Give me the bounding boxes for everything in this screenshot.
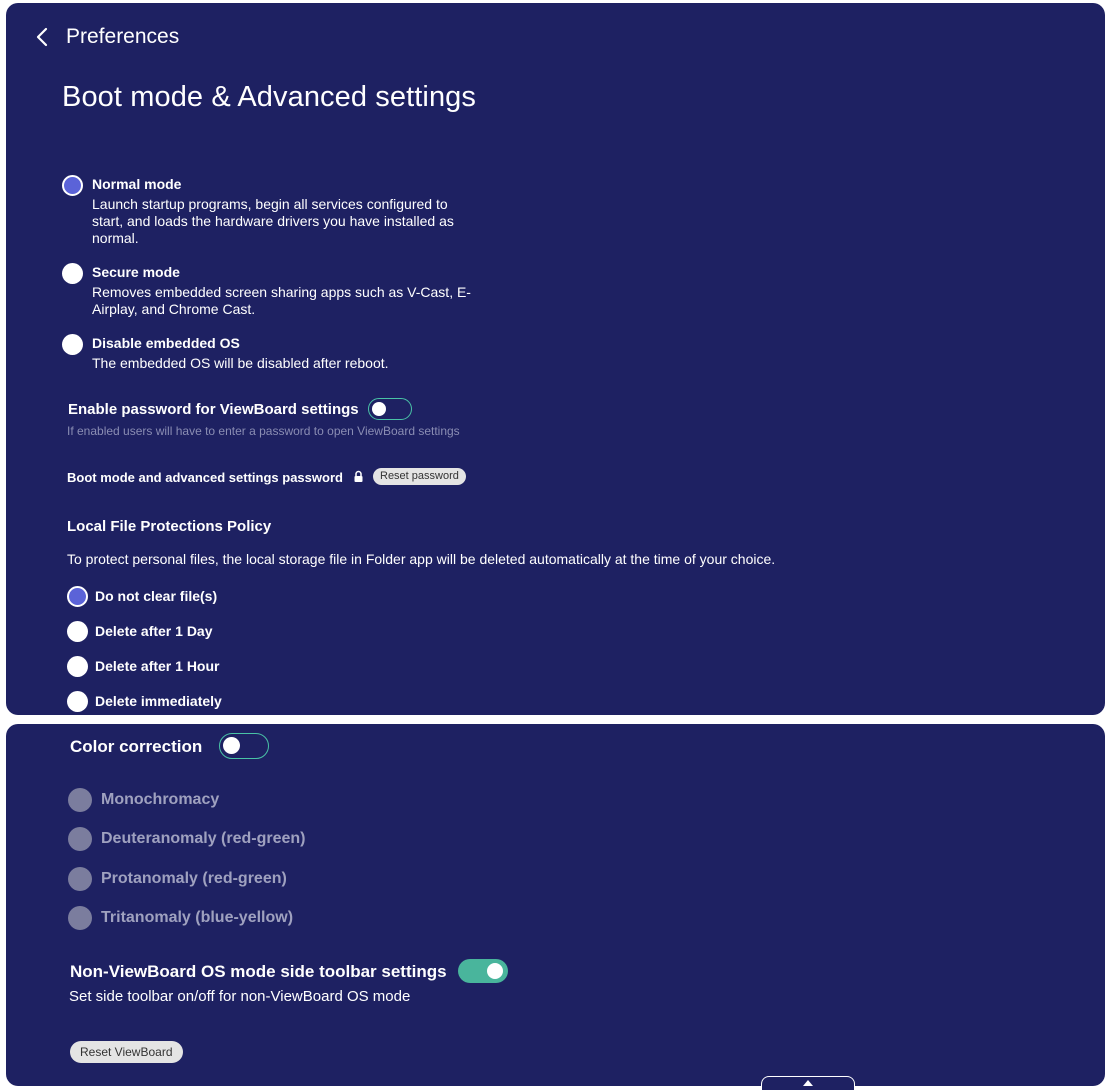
radio-description: The embedded OS will be disabled after r… bbox=[92, 355, 389, 371]
enable-password-toggle[interactable] bbox=[368, 398, 412, 420]
radio-unselected-icon bbox=[62, 263, 83, 284]
radio-description: Launch startup programs, begin all servi… bbox=[92, 196, 454, 246]
toggle-knob bbox=[487, 963, 503, 979]
radio-label: Protanomaly (red-green) bbox=[101, 870, 287, 887]
back-label: Preferences bbox=[66, 25, 180, 48]
radio-selected-icon bbox=[67, 586, 88, 607]
page-title: Boot mode & Advanced settings bbox=[62, 81, 476, 113]
chevron-left-icon bbox=[36, 27, 48, 47]
radio-normal-mode[interactable]: Normal mode Launch startup programs, beg… bbox=[62, 175, 472, 247]
radio-label: Delete immediately bbox=[95, 693, 222, 709]
toggle-knob bbox=[372, 402, 386, 416]
radio-selected-icon bbox=[62, 175, 83, 196]
radio-description: Removes embedded screen sharing apps suc… bbox=[92, 284, 471, 317]
radio-label: Disable embedded OS bbox=[92, 335, 240, 351]
radio-disabled-icon bbox=[68, 867, 92, 891]
color-correction-toggle[interactable] bbox=[219, 733, 269, 759]
radio-delete-after-hour[interactable]: Delete after 1 Hour bbox=[67, 656, 219, 677]
radio-delete-immediately[interactable]: Delete immediately bbox=[67, 691, 222, 712]
reset-viewboard-button[interactable]: Reset ViewBoard bbox=[70, 1041, 183, 1063]
radio-disabled-icon bbox=[68, 827, 92, 851]
toolbar-settings-toggle[interactable] bbox=[458, 959, 508, 983]
radio-label: Do not clear file(s) bbox=[95, 588, 218, 604]
caret-up-icon bbox=[803, 1080, 813, 1086]
radio-do-not-clear[interactable]: Do not clear file(s) bbox=[67, 586, 217, 607]
radio-unselected-icon bbox=[67, 621, 88, 642]
radio-label: Deuteranomaly (red-green) bbox=[101, 830, 306, 847]
radio-monochromacy[interactable]: Monochromacy bbox=[68, 788, 219, 812]
radio-unselected-icon bbox=[67, 691, 88, 712]
back-button[interactable]: Preferences bbox=[34, 25, 179, 49]
radio-disabled-icon bbox=[68, 906, 92, 930]
settings-panel-top: Preferences Boot mode & Advanced setting… bbox=[6, 3, 1105, 715]
radio-delete-after-day[interactable]: Delete after 1 Day bbox=[67, 621, 213, 642]
radio-deuteranomaly[interactable]: Deuteranomaly (red-green) bbox=[68, 827, 306, 851]
radio-label: Normal mode bbox=[92, 176, 182, 192]
radio-disable-embedded-os[interactable]: Disable embedded OS The embedded OS will… bbox=[62, 334, 472, 372]
radio-label: Monochromacy bbox=[101, 791, 220, 808]
radio-label: Delete after 1 Day bbox=[95, 623, 213, 639]
toolbar-settings-label: Non-ViewBoard OS mode side toolbar setti… bbox=[70, 962, 447, 981]
radio-tritanomaly[interactable]: Tritanomaly (blue-yellow) bbox=[68, 906, 293, 930]
color-correction-label: Color correction bbox=[70, 737, 203, 756]
enable-password-hint: If enabled users will have to enter a pa… bbox=[67, 424, 460, 438]
radio-unselected-icon bbox=[62, 334, 83, 355]
radio-label: Delete after 1 Hour bbox=[95, 658, 220, 674]
boot-password-label: Boot mode and advanced settings password bbox=[67, 470, 343, 485]
enable-password-label: Enable password for ViewBoard settings bbox=[68, 401, 359, 418]
lock-icon bbox=[354, 470, 363, 482]
radio-label: Secure mode bbox=[92, 264, 180, 280]
radio-protanomaly[interactable]: Protanomaly (red-green) bbox=[68, 867, 287, 891]
radio-disabled-icon bbox=[68, 788, 92, 812]
reset-password-button[interactable]: Reset password bbox=[373, 468, 466, 485]
radio-label: Tritanomaly (blue-yellow) bbox=[101, 909, 294, 926]
toolbar-settings-description: Set side toolbar on/off for non-ViewBoar… bbox=[69, 988, 411, 1005]
file-protection-description: To protect personal files, the local sto… bbox=[67, 551, 776, 567]
radio-secure-mode[interactable]: Secure mode Removes embedded screen shar… bbox=[62, 263, 472, 318]
toggle-knob bbox=[223, 737, 240, 754]
file-protection-title: Local File Protections Policy bbox=[67, 518, 272, 535]
radio-unselected-icon bbox=[67, 656, 88, 677]
settings-panel-bottom: Color correction Monochromacy Deuteranom… bbox=[6, 724, 1105, 1086]
